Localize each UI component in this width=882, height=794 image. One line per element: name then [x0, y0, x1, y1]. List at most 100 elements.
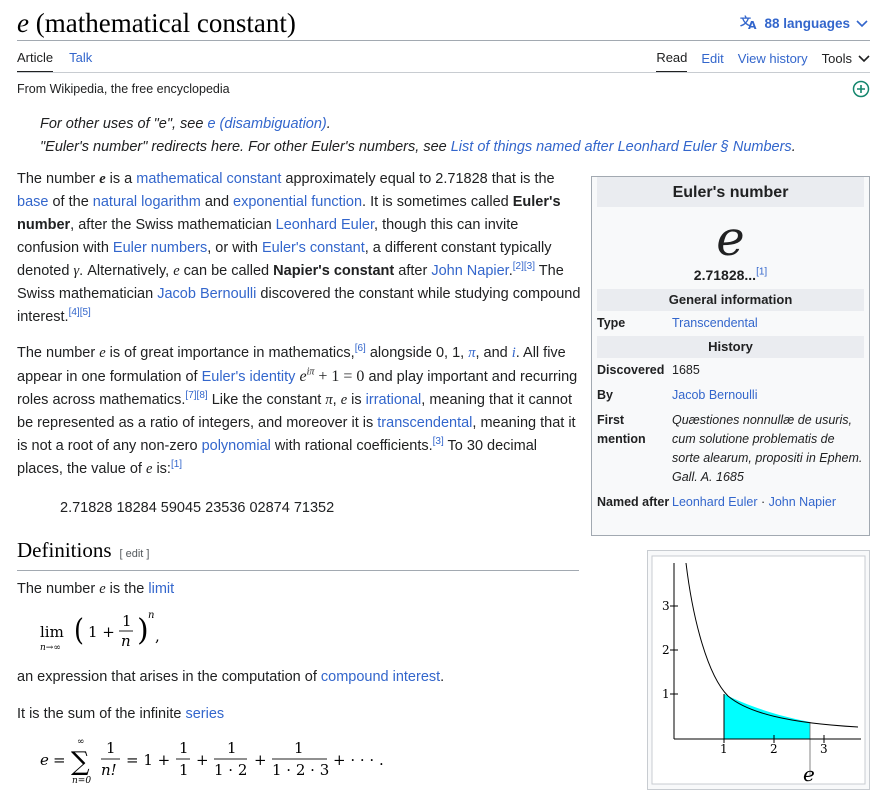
link-eulers-constant[interactable]: Euler's constant: [262, 240, 365, 256]
ref-1[interactable]: [1]: [171, 459, 182, 470]
link-transcendental[interactable]: transcendental: [377, 415, 472, 431]
infobox-discovered-label: Discovered: [597, 363, 665, 377]
ref-6[interactable]: [6]: [355, 343, 366, 354]
infobox-title: Euler's number: [597, 177, 864, 207]
y-tick-2: 2: [662, 643, 670, 657]
infobox-by-label: By: [597, 388, 613, 402]
link-irrational[interactable]: irrational: [366, 392, 422, 408]
compound-interest-paragraph: an expression that arises in the computa…: [17, 669, 445, 685]
svg-text:+: +: [254, 751, 267, 769]
link-base[interactable]: base: [17, 194, 48, 210]
link-polynomial[interactable]: polynomial: [202, 438, 271, 454]
tools-label: Tools: [821, 51, 852, 66]
e-axis-label: e: [803, 762, 815, 786]
infobox-named-napier-link[interactable]: John Napier: [769, 495, 836, 509]
infobox-discovered-value: 1685: [672, 363, 700, 377]
tab-edit[interactable]: Edit: [701, 51, 723, 72]
infobox-symbol: e: [716, 211, 745, 267]
link-limit[interactable]: limit: [148, 581, 174, 597]
area-under-hyperbola-graph: 1 2 3 1 2 3 e: [651, 555, 866, 786]
hatnote-redirect: "Euler's number" redirects here. For oth…: [40, 139, 796, 155]
ref-2[interactable]: [2]: [513, 261, 524, 272]
tab-article[interactable]: Article: [17, 50, 54, 73]
ref-5[interactable]: [5]: [80, 307, 91, 318]
svg-text:n: n: [148, 610, 154, 621]
x-tick-3: 3: [820, 742, 828, 756]
tab-view-history[interactable]: View history: [738, 51, 808, 72]
svg-text:∑: ∑: [71, 747, 90, 777]
chevron-down-icon: [858, 54, 870, 62]
add-icon[interactable]: [852, 80, 870, 103]
svg-text:(: (: [74, 612, 84, 648]
infobox-first-mention-label: First mention: [597, 413, 646, 446]
infobox-named-euler-link[interactable]: Leonhard Euler: [672, 495, 757, 509]
languages-button[interactable]: 文A 88 languages: [740, 14, 868, 33]
link-john-napier[interactable]: John Napier: [431, 263, 508, 279]
svg-text:1: 1: [179, 761, 189, 779]
page-title: e (mathematical constant): [17, 8, 296, 38]
infobox-by-link[interactable]: Jacob Bernoulli: [672, 388, 757, 402]
link-compound-interest[interactable]: compound interest: [321, 669, 440, 685]
hatnote-disambiguation: For other uses of "e", see e (disambigua…: [40, 116, 331, 132]
svg-text:n→∞: n→∞: [40, 643, 61, 653]
graph-figure[interactable]: 1 2 3 1 2 3 e: [647, 550, 870, 790]
section-heading-definitions: Definitions [ edit ]: [17, 538, 579, 571]
infobox-section-history: History: [597, 336, 864, 358]
svg-text:e: e: [40, 751, 49, 769]
chevron-down-icon: [856, 16, 868, 31]
infobox-section-general: General information: [597, 289, 864, 311]
y-tick-1: 1: [662, 687, 670, 701]
svg-text:1: 1: [106, 739, 116, 757]
infobox-type-link[interactable]: Transcendental: [672, 316, 758, 330]
tab-talk[interactable]: Talk: [69, 50, 92, 73]
infobox-value: 2.71828...[1]: [693, 266, 768, 283]
translate-icon: 文A: [740, 14, 758, 33]
svg-text:= 1 +: = 1 +: [126, 751, 170, 769]
tools-menu[interactable]: Tools: [822, 51, 870, 72]
svg-text:+ · · · .: + · · · .: [333, 751, 384, 769]
ref-4[interactable]: [4]: [69, 307, 80, 318]
svg-text:1: 1: [294, 739, 304, 757]
link-exponential-function[interactable]: exponential function: [233, 194, 362, 210]
tab-read[interactable]: Read: [656, 50, 688, 73]
link-i[interactable]: i: [512, 345, 516, 361]
svg-text:lim: lim: [40, 623, 64, 641]
ref-3b[interactable]: [3]: [433, 436, 444, 447]
link-euler-numbers[interactable]: Euler numbers: [113, 240, 207, 256]
svg-text:1: 1: [227, 739, 237, 757]
svg-text:=: =: [53, 751, 66, 769]
link-disambiguation[interactable]: e (disambiguation): [207, 116, 326, 132]
ref-7[interactable]: [7]: [185, 390, 196, 401]
infobox-type-label: Type: [597, 316, 626, 330]
svg-text:1 · 2 · 3: 1 · 2 · 3: [272, 761, 329, 779]
svg-text:n!: n!: [101, 761, 117, 779]
y-tick-3: 3: [662, 599, 670, 613]
link-eulers-identity[interactable]: Euler's identity: [202, 369, 296, 385]
link-series[interactable]: series: [185, 706, 224, 722]
svg-text:n=0: n=0: [72, 776, 91, 786]
svg-text:A: A: [748, 19, 757, 30]
series-formula: e = ∞ ∑ n=0 1 n! = 1 + 1 1 + 1 1 · 2 + 1…: [40, 734, 390, 790]
link-jacob-bernoulli[interactable]: Jacob Bernoulli: [157, 286, 256, 302]
svg-text:1 +: 1 +: [88, 623, 115, 641]
link-mathematical-constant[interactable]: mathematical constant: [136, 171, 281, 187]
section-edit-link[interactable]: [ edit ]: [120, 548, 150, 560]
languages-label: 88 languages: [764, 16, 850, 31]
ref-3[interactable]: [3]: [524, 261, 535, 272]
svg-text:∞: ∞: [77, 737, 85, 747]
link-euler-list[interactable]: List of things named after Leonhard Eule…: [451, 139, 792, 155]
svg-text:1 · 2: 1 · 2: [214, 761, 247, 779]
e-decimal-expansion: 2.71828 18284 59045 23536 02874 71352: [60, 500, 335, 516]
link-leonhard-euler[interactable]: Leonhard Euler: [276, 217, 374, 233]
intro-paragraph: The number e is a mathematical constant …: [17, 171, 581, 325]
limit-paragraph: The number e is the limit: [17, 581, 175, 597]
ref-8[interactable]: [8]: [197, 390, 208, 401]
svg-text:+: +: [196, 751, 209, 769]
svg-text:,: ,: [155, 627, 160, 645]
svg-text:1: 1: [179, 739, 189, 757]
link-pi[interactable]: π: [468, 345, 475, 361]
link-natural-logarithm[interactable]: natural logarithm: [93, 194, 201, 210]
x-tick-1: 1: [720, 742, 728, 756]
importance-paragraph: The number e is of great importance in m…: [17, 343, 578, 477]
ref-1-infobox[interactable]: [1]: [756, 266, 767, 277]
